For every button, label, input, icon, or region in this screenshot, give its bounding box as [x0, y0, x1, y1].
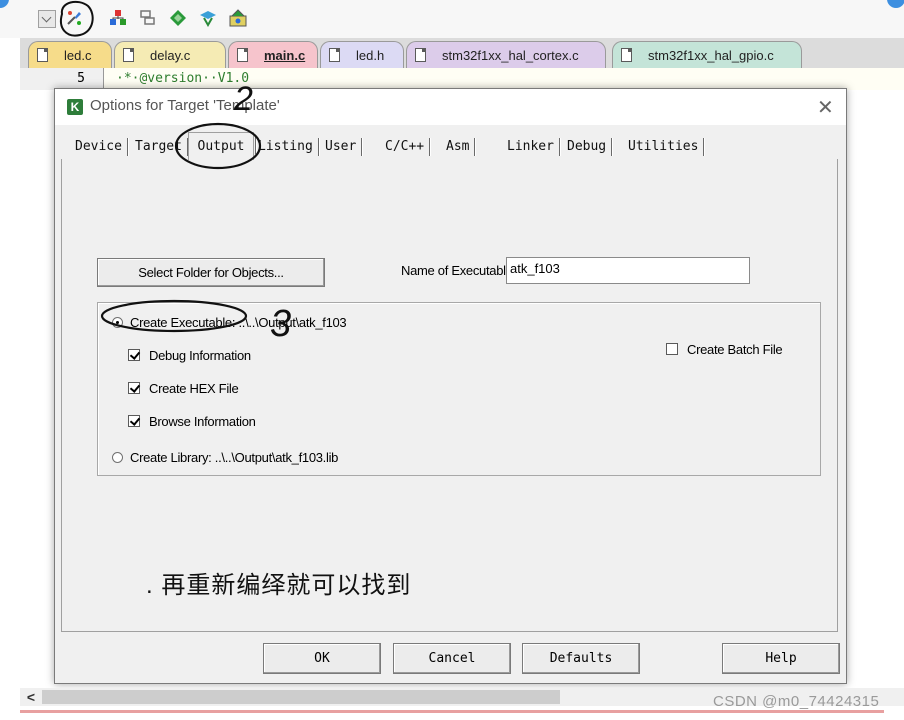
annotation-step2: 2	[233, 80, 253, 118]
handwritten-annotations: 2 3	[60, 0, 291, 345]
annotation-circle-hex	[100, 299, 248, 333]
annotation-circle-toolbar	[60, 0, 94, 37]
annotation-step3: 3	[270, 303, 291, 345]
annotation-circle-output	[174, 122, 262, 170]
